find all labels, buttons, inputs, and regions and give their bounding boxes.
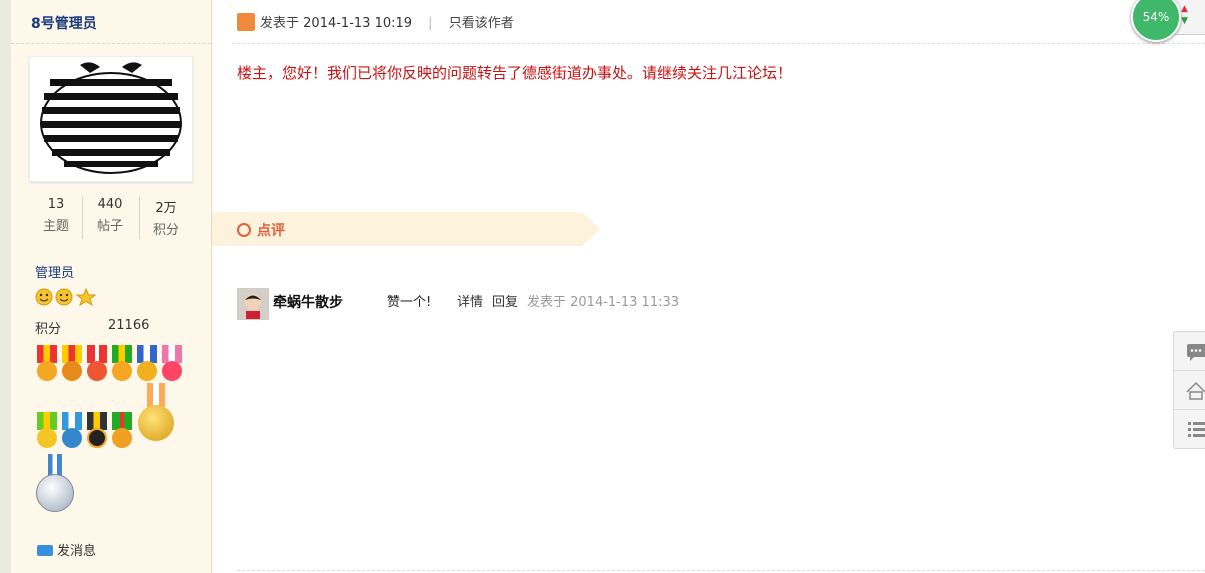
send-message-label: 发消息 <box>57 544 97 559</box>
stat-posts-value: 440 <box>97 197 123 212</box>
author-name[interactable]: 8号管理员 <box>31 13 97 33</box>
stat-threads-value: 13 <box>47 197 65 212</box>
separator: | <box>428 16 433 31</box>
review-title: 点评 <box>257 223 285 239</box>
trophy-medal-icon[interactable] <box>136 383 176 441</box>
stat-posts[interactable]: 440 帖子 <box>83 197 137 234</box>
divider <box>232 43 1205 44</box>
post-header: 发表于 2014-1-13 10:19 | 只看该作者 <box>237 12 514 31</box>
rank-stars <box>35 287 99 307</box>
star-icon <box>75 287 97 307</box>
comment-detail-link[interactable]: 详情 <box>457 291 483 310</box>
user-icon <box>237 13 255 31</box>
post-main: 发表于 2014-1-13 10:19 | 只看该作者 楼主，您好！我们已将你反… <box>212 0 1205 573</box>
comment-date: 发表于 2014-1-13 11:33 <box>527 295 680 310</box>
download-arrow-icon: ▼ <box>1181 16 1188 26</box>
rank-icons <box>35 287 97 307</box>
stat-posts-label: 帖子 <box>96 219 123 234</box>
divider <box>11 43 211 44</box>
stat-threads[interactable]: 13 主题 <box>29 197 83 234</box>
only-author-link[interactable]: 只看该作者 <box>449 16 514 31</box>
upload-arrow-icon: ▲ <box>1181 4 1188 14</box>
stat-credits-label: 积分 <box>152 223 179 238</box>
stat-credits[interactable]: 2万 积分 <box>139 197 193 238</box>
medal-icon[interactable] <box>60 412 84 448</box>
envelope-icon <box>37 545 53 556</box>
author-stats: 13 主题 440 帖子 2万 积分 <box>29 197 191 241</box>
circle-icon <box>237 223 251 237</box>
comment-reply-link[interactable]: 回复 <box>492 291 518 310</box>
divider <box>237 570 1205 571</box>
credits-row: 积分 21166 <box>35 318 149 337</box>
commenter-name[interactable]: 牵蜗牛散步 <box>273 292 343 312</box>
side-toolbar <box>1173 331 1205 449</box>
commenter-avatar[interactable] <box>237 288 269 320</box>
review-tab-notch <box>582 212 600 246</box>
list-icon <box>1188 422 1205 437</box>
list-tool-button[interactable] <box>1174 410 1205 448</box>
speech-bubble-icon <box>1187 344 1205 361</box>
medal-icon[interactable] <box>35 412 59 448</box>
sun-icon <box>35 288 53 306</box>
home-icon <box>1186 381 1205 400</box>
silver-medal-icon[interactable] <box>35 454 75 512</box>
medal-icon[interactable] <box>60 345 84 381</box>
medal-icon[interactable] <box>110 345 134 381</box>
avatar-image <box>30 57 192 181</box>
medal-icon[interactable] <box>35 345 59 381</box>
stat-credits-value: 2万 <box>155 201 177 216</box>
back-to-top-button[interactable] <box>1174 371 1205 410</box>
post-content: 楼主，您好！我们已将你反映的问题转告了德感街道办事处。请继续关注几江论坛！ <box>237 64 793 82</box>
comment-tool-button[interactable] <box>1174 332 1205 371</box>
user-rank[interactable]: 管理员 <box>35 262 74 281</box>
credits-label: 积分 <box>35 322 62 337</box>
review-section-header: 点评 <box>212 212 600 246</box>
credits-value: 21166 <box>108 318 150 333</box>
medal-icon[interactable] <box>135 345 159 381</box>
posted-prefix: 发表于 <box>260 16 300 31</box>
medal-icon[interactable] <box>85 412 109 448</box>
sun-icon <box>55 288 73 306</box>
person-icon <box>238 289 268 319</box>
send-message-link[interactable]: 发消息 <box>37 540 96 559</box>
comment-text: 赞一个! <box>387 295 432 310</box>
medal-icon[interactable] <box>85 345 109 381</box>
medal-icon[interactable] <box>110 412 134 448</box>
medal-icon[interactable] <box>160 345 184 381</box>
posted-date: 2014-1-13 10:19 <box>303 16 413 31</box>
avatar[interactable] <box>29 56 193 182</box>
stat-threads-label: 主题 <box>42 219 69 234</box>
author-sidebar: 8号管理员 13 主题 440 帖子 2万 积分 管理员 积分 21166 发消… <box>11 0 212 573</box>
